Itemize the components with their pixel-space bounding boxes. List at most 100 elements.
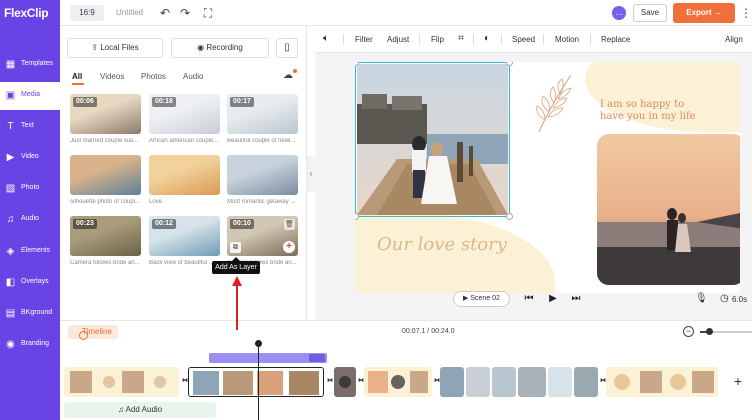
media-thumbnail[interactable] — [70, 155, 141, 195]
redo-icon[interactable]: ↷ — [178, 6, 192, 20]
more-menu-icon[interactable]: ⋮ — [740, 6, 752, 20]
export-button[interactable]: Export → — [673, 3, 735, 23]
duration-badge: 00:12 — [152, 219, 176, 229]
play-icon[interactable]: ▶ — [546, 292, 560, 306]
timeline-toggle[interactable]: Timeline — [68, 325, 118, 340]
media-thumbnail[interactable]: 00:23 — [70, 216, 141, 256]
tab-audio[interactable]: Audio — [183, 72, 203, 81]
add-as-layer-icon[interactable]: ⧉ — [230, 242, 241, 253]
active-tab-indicator — [72, 83, 84, 85]
replace-button[interactable]: Replace — [601, 35, 630, 44]
crop-icon[interactable]: ⌗ — [455, 33, 467, 45]
scene-clip-selected[interactable] — [188, 367, 324, 397]
add-audio-button[interactable]: ♫ Add Audio — [64, 402, 216, 418]
media-thumbnail[interactable]: 00:10 ⧉ + 🗑︎ — [227, 216, 298, 256]
scene-clip[interactable] — [518, 367, 546, 397]
speed-button[interactable]: Speed — [512, 35, 535, 44]
media-thumbnail[interactable]: 00:17 — [227, 94, 298, 134]
adjust-button[interactable]: Adjust — [387, 35, 409, 44]
scene-clip[interactable] — [64, 367, 179, 397]
clip-thumbnail — [466, 367, 490, 397]
scene-label: Scene 02 — [470, 295, 500, 302]
nav-label: Overlays — [21, 278, 49, 285]
nav-item-text[interactable]: T Text — [0, 113, 60, 141]
nav-item-audio[interactable]: ♫ Audio — [0, 206, 60, 234]
chat-icon[interactable]: … — [612, 6, 626, 20]
scene-clip[interactable] — [440, 367, 464, 397]
media-thumbnail[interactable]: 00:12 — [149, 216, 220, 256]
scene-canvas[interactable]: I am so happy to have you in my life Our… — [355, 62, 740, 293]
local-files-button[interactable]: ⇪ Local Files — [67, 38, 163, 58]
resize-handle[interactable] — [506, 62, 513, 66]
clip-thumbnail — [64, 367, 179, 397]
phone-upload-button[interactable]: ▯ — [276, 38, 298, 58]
scene-clip[interactable] — [606, 367, 718, 397]
clip-thumbnail — [606, 367, 718, 397]
media-thumbnail[interactable] — [227, 155, 298, 195]
align-button[interactable]: Align — [725, 35, 743, 44]
scene-clip[interactable] — [466, 367, 490, 397]
scene-clip[interactable] — [492, 367, 516, 397]
clock-icon[interactable]: ◷ — [720, 292, 732, 306]
nav-item-overlays[interactable]: ◧ Overlays — [0, 269, 60, 297]
title-text[interactable]: Our love story — [377, 234, 507, 255]
media-thumbnail[interactable]: 00:06 — [70, 94, 141, 134]
toolbar-divider — [343, 34, 344, 45]
undo-icon[interactable]: ↶ — [158, 6, 172, 20]
document-title[interactable]: Untitled — [116, 8, 143, 17]
zoom-slider-knob[interactable] — [706, 328, 713, 335]
nav-item-branding[interactable]: ◉ Branding — [0, 331, 60, 359]
media-caption: Beautiful couple of newl... — [227, 138, 296, 144]
fullscreen-icon[interactable]: ⛶ — [201, 6, 215, 20]
color-icon[interactable]: ◐ — [481, 33, 493, 45]
delete-icon[interactable]: 🗑︎ — [284, 219, 295, 230]
tab-photos[interactable]: Photos — [141, 72, 166, 81]
flip-button[interactable]: Flip — [431, 35, 444, 44]
scene-clip[interactable] — [548, 367, 572, 397]
media-thumbnail[interactable] — [149, 155, 220, 195]
clip-thumbnail — [189, 368, 323, 396]
overlays-icon: ◧ — [5, 277, 16, 288]
next-icon[interactable]: ⏭ — [569, 292, 583, 306]
transition-icon[interactable]: ⧓ — [327, 377, 334, 386]
nav-item-photo[interactable]: ▨ Photo — [0, 175, 60, 203]
text-icon: T — [7, 121, 14, 132]
resize-handle[interactable] — [506, 213, 513, 220]
quote-text[interactable]: I am so happy to have you in my life — [600, 99, 730, 123]
filter-button[interactable]: Filter — [355, 35, 373, 44]
scene-clip[interactable] — [574, 367, 598, 397]
nav-item-elements[interactable]: ◈ Elements — [0, 238, 60, 266]
layer-track-handle[interactable] — [309, 354, 325, 362]
toolbar-divider — [473, 34, 474, 45]
scene-selector[interactable]: ▶ Scene 02 — [453, 291, 510, 307]
collapse-panel-handle[interactable]: ‹ — [307, 156, 315, 192]
nav-item-bkground[interactable]: ▤ BKground — [0, 300, 60, 328]
scene-clip[interactable] — [334, 367, 356, 397]
scene-clip[interactable] — [364, 367, 432, 397]
wedding-photo-beach[interactable] — [597, 134, 740, 285]
save-button[interactable]: Save — [633, 4, 667, 22]
tab-all[interactable]: All — [72, 72, 82, 81]
microphone-icon[interactable]: 🎙︎ — [695, 292, 708, 306]
add-scene-icon[interactable]: + — [731, 373, 745, 389]
previous-icon[interactable]: ⏮ — [522, 292, 536, 306]
zoom-out-icon[interactable]: − — [683, 326, 694, 337]
nav-item-templates[interactable]: ▦ Templates — [0, 51, 60, 79]
clip-thumbnail — [440, 367, 464, 397]
add-to-scene-icon[interactable]: + — [283, 241, 295, 253]
app-logo[interactable]: FlexClip — [0, 0, 60, 26]
scene-duration[interactable]: 6.0s — [732, 295, 747, 304]
nav-item-video[interactable]: ▶ Video — [0, 144, 60, 172]
playhead-line[interactable] — [258, 344, 259, 420]
duration-badge: 00:18 — [152, 97, 176, 107]
recording-button[interactable]: ◉ Recording — [171, 38, 269, 58]
aspect-ratio-button[interactable]: 16:9 — [70, 5, 104, 21]
volume-icon[interactable]: 🔈︎ — [320, 33, 332, 45]
media-caption: Camera follows bride an... — [70, 260, 140, 266]
tab-videos[interactable]: Videos — [100, 72, 124, 81]
media-thumbnail[interactable]: 00:18 — [149, 94, 220, 134]
nav-item-media[interactable]: ▣ Media — [0, 82, 60, 110]
motion-button[interactable]: Motion — [555, 35, 579, 44]
quote-line-2: have you in my life — [600, 111, 696, 122]
canvas-area: I am so happy to have you in my life Our… — [315, 53, 752, 320]
